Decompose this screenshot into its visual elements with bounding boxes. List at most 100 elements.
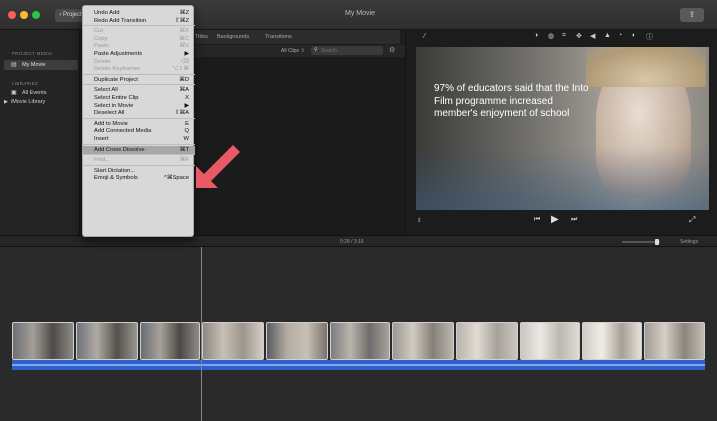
microphone-icon[interactable]: ♁ [416,215,422,224]
tab-transitions[interactable]: Transitions [265,34,292,40]
libraries-heading: LIBRARIES [12,81,39,86]
crop-icon[interactable]: ⌗ [562,32,566,40]
audio-waveform-track[interactable] [12,360,705,370]
color-correction-icon[interactable]: ◍ [548,32,554,40]
info-icon[interactable]: ⓘ [646,32,653,42]
media-tab-bar: Titles Backgrounds Transitions [195,30,400,45]
menu-item-label: Paste Adjustments [94,51,143,57]
clip-filter-dropdown[interactable]: All Clips ⇧ [281,48,305,54]
video-preview: 97% of educators said that the Into Film… [416,47,709,210]
menu-separator [83,25,195,27]
menu-separator [83,143,195,145]
zoom-window-button[interactable] [32,11,40,19]
search-input[interactable] [321,47,379,54]
settings-gear-icon[interactable]: ⚙ [389,46,395,54]
video-clip[interactable] [644,322,705,360]
video-track [12,322,705,360]
menu-item-shortcut: ⇧⌘A [174,110,189,117]
menu-item-label: Undo Add [94,10,120,16]
speed-icon[interactable]: ◔ [618,32,622,39]
video-clip[interactable] [582,322,642,360]
magic-wand-icon[interactable]: ⁄ [424,33,425,40]
menu-item-deselect-all[interactable]: Deselect All ⇧⌘A [83,109,195,117]
stabilization-icon[interactable]: ✥ [576,32,582,40]
menu-item-label: Emoji & Symbols [94,175,138,182]
video-clip[interactable] [12,322,74,360]
clip-filter-icon[interactable]: ◐ [632,32,636,39]
sidebar-item-my-movie[interactable]: ▤ My Movie [4,60,78,70]
skip-back-icon[interactable]: ⏮ [534,216,540,224]
tab-backgrounds[interactable]: Backgrounds [217,34,249,40]
play-icon[interactable]: ▶ [551,214,559,225]
fullscreen-icon[interactable]: ⤢ [689,215,695,225]
menu-item-label: Delete [94,58,111,65]
noise-reduction-icon[interactable]: ▲ [604,32,611,39]
menu-item-delete-keyframes: Delete Keyframes ⌥⇧⌘ [83,65,195,73]
menu-item-shortcut: ⌘T [179,146,189,153]
menu-item-redo-add-transition[interactable]: Redo Add Transition ⇧⌘Z [83,17,195,25]
disclosure-triangle-icon[interactable]: ▶ [4,99,8,105]
menu-item-label: Redo Add Transition [94,17,147,24]
audio-waveform [12,364,705,366]
sidebar-item-label: All Events [22,90,47,96]
share-button[interactable]: ⇪ [680,8,704,22]
zoom-slider[interactable] [622,239,660,245]
timeline-settings-button[interactable]: Settings [680,239,698,245]
timecode: 0:28 / 3:16 [340,239,364,245]
events-icon: ▣ [11,90,17,96]
video-caption: 97% of educators said that the Into Film… [434,83,589,119]
menu-item-label: Select All [94,87,118,94]
skip-forward-icon[interactable]: ⏭ [571,216,577,224]
sidebar-item-imovie-library[interactable]: ▶ iMovie Library [4,98,78,107]
video-clip[interactable] [202,322,264,360]
menu-item-insert[interactable]: Insert W [83,135,195,143]
film-icon: ▤ [11,62,17,68]
search-icon: ⚲ [314,47,318,53]
video-clip[interactable] [330,322,390,360]
menu-item-label: Deselect All [94,110,125,117]
timeline[interactable] [0,247,717,421]
menu-item-label: Insert [94,136,109,142]
menu-item-label: Delete Keyframes [94,66,141,73]
menu-separator [83,154,195,156]
browser-filter-bar: All Clips ⇧ ⚲ ⚙ [195,45,405,57]
sidebar-item-label: iMovie Library [11,99,46,105]
search-field[interactable]: ⚲ [311,46,383,55]
menu-item-label: Paste [94,43,109,50]
video-clip[interactable] [520,322,580,360]
menu-item-label: Copy [94,35,108,42]
viewer-toolbar: ⁄ ◑ ◍ ⌗ ✥ ◀ ▲ ◔ ◐ ⓘ [406,30,717,45]
menu-item-shortcut: ^⌘Space [164,175,189,182]
menu-item-find: Find... ⌘F [83,156,195,164]
video-clip[interactable] [76,322,138,360]
menu-item-shortcut: ⇧⌘Z [174,17,189,24]
menu-item-shortcut: ⌘D [179,76,189,83]
menu-item-label: Add Connected Media [94,128,152,135]
video-clip[interactable] [140,322,200,360]
playhead[interactable] [201,247,202,421]
menu-item-shortcut: ⌥⇧⌘ [171,66,189,73]
menu-separator [83,73,195,75]
menu-item-duplicate-project[interactable]: Duplicate Project ⌘D [83,76,195,84]
close-window-button[interactable] [8,11,16,19]
minimize-window-button[interactable] [20,11,28,19]
menu-item-emoji-symbols[interactable]: Emoji & Symbols ^⌘Space [83,174,195,182]
playback-controls: ♁ ⏮ ▶ ⏭ ⤢ [406,212,717,232]
menu-item-add-cross-dissolve[interactable]: Add Cross Dissolve ⌘T [83,145,195,154]
sidebar-item-all-events[interactable]: ▣ All Events [4,89,78,98]
menu-item-label: Add Cross Dissolve [94,146,145,153]
color-balance-icon[interactable]: ◑ [534,32,538,39]
zoom-slider-handle[interactable] [655,239,659,245]
video-clip[interactable] [266,322,328,360]
video-frame-hair [586,47,706,87]
menu-item-label: Select in Movie [94,102,134,109]
tab-titles[interactable]: Titles [195,34,208,40]
video-clip[interactable] [456,322,518,360]
menu-item-shortcut: W [183,136,189,142]
edit-menu: Undo Add ⌘Z Redo Add Transition ⇧⌘Z Cut ⌘X Cop… [82,5,195,237]
menu-item-shortcut: ⌘F [179,157,189,164]
menu-item-label: Cut [94,28,104,35]
volume-icon[interactable]: ◀ [590,32,595,40]
sidebar-item-label: My Movie [22,62,46,68]
video-clip[interactable] [392,322,454,360]
